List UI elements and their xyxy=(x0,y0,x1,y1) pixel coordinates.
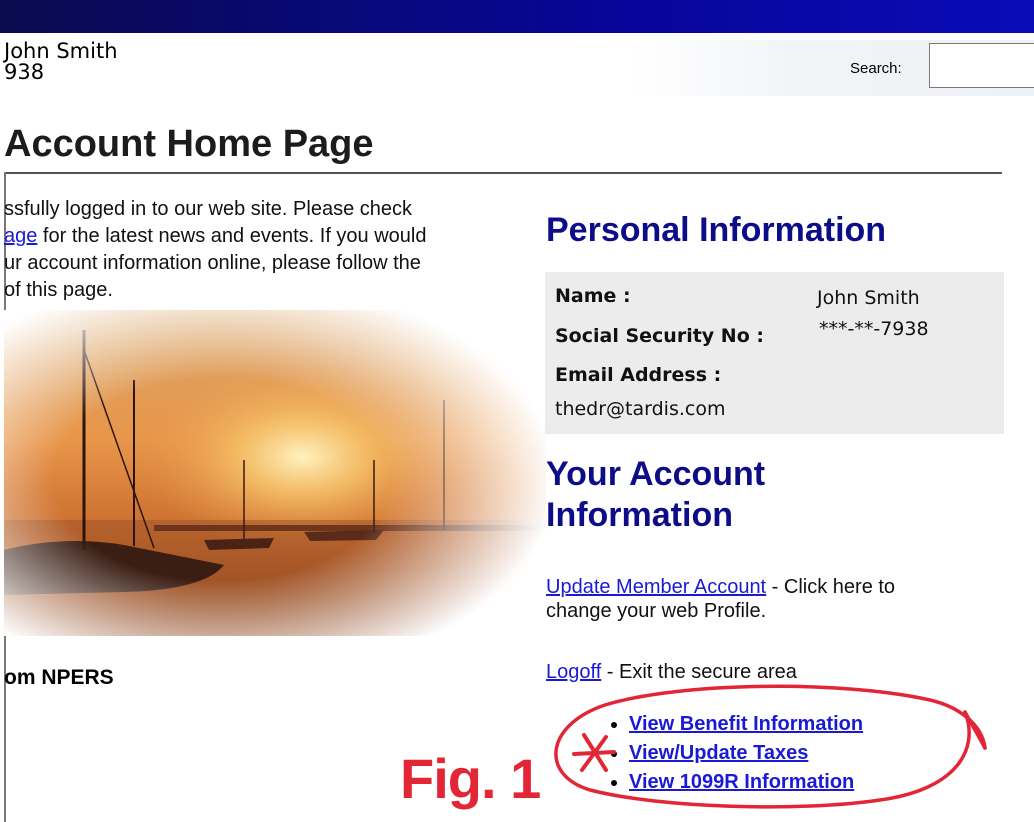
logoff-paragraph: Logoff - Exit the secure area xyxy=(546,660,797,684)
intro-line-1: ssfully logged in to our web site. Pleas… xyxy=(4,198,412,220)
personal-info-heading: Personal Information xyxy=(546,211,887,249)
update-account-text-1: - Click here to xyxy=(766,576,896,598)
search-input[interactable] xyxy=(929,43,1034,88)
ssn-value: ***-**-7938 xyxy=(819,318,929,340)
logoff-text: - Exit the secure area xyxy=(601,661,797,683)
update-account-text-2: change your web Profile. xyxy=(546,600,767,622)
logoff-link[interactable]: Logoff xyxy=(546,661,601,683)
name-label: Name : xyxy=(555,285,631,307)
update-account-paragraph: Update Member Account - Click here to ch… xyxy=(546,575,895,623)
annotation-arrow-tip xyxy=(963,710,987,750)
view-benefit-information-link[interactable]: View Benefit Information xyxy=(629,713,863,735)
intro-line-2-text: for the latest news and events. If you w… xyxy=(37,225,427,247)
name-value: John Smith xyxy=(817,287,920,309)
email-value: thedr@tardis.com xyxy=(555,398,726,420)
user-info: John Smith 938 xyxy=(4,41,118,83)
intro-line-2: age for the latest news and events. If y… xyxy=(4,223,544,250)
page-title: Account Home Page xyxy=(4,123,374,165)
title-divider xyxy=(4,172,1002,174)
account-links-list: View Benefit Information View/Update Tax… xyxy=(585,710,863,797)
view-1099r-information-link[interactable]: View 1099R Information xyxy=(629,771,854,793)
user-name: John Smith xyxy=(4,39,118,63)
email-label: Email Address : xyxy=(555,364,722,386)
account-heading-line-1: Your Account xyxy=(546,455,766,493)
top-banner xyxy=(0,0,1034,33)
list-item: View 1099R Information xyxy=(629,768,863,797)
harbor-sunset-image xyxy=(4,310,546,636)
ssn-label: Social Security No : xyxy=(555,325,764,347)
figure-label: Fig. 1 xyxy=(400,747,541,810)
view-update-taxes-link[interactable]: View/Update Taxes xyxy=(629,742,808,764)
account-heading-line-2: Information xyxy=(546,496,733,534)
home-page-link[interactable]: age xyxy=(4,225,37,247)
account-info-heading: Your Account Information xyxy=(546,454,846,536)
personal-info-panel: Name : John Smith Social Security No : *… xyxy=(545,272,1004,434)
list-item: View/Update Taxes xyxy=(629,739,863,768)
intro-line-3: ur account information online, please fo… xyxy=(4,252,421,274)
update-member-account-link[interactable]: Update Member Account xyxy=(546,576,766,598)
intro-text: ssfully logged in to our web site. Pleas… xyxy=(4,196,544,306)
news-heading: om NPERS xyxy=(4,666,114,689)
user-id: 938 xyxy=(4,60,45,84)
list-item: View Benefit Information xyxy=(629,710,863,739)
search-label: Search: xyxy=(850,60,902,77)
intro-line-4: of this page. xyxy=(4,279,113,301)
